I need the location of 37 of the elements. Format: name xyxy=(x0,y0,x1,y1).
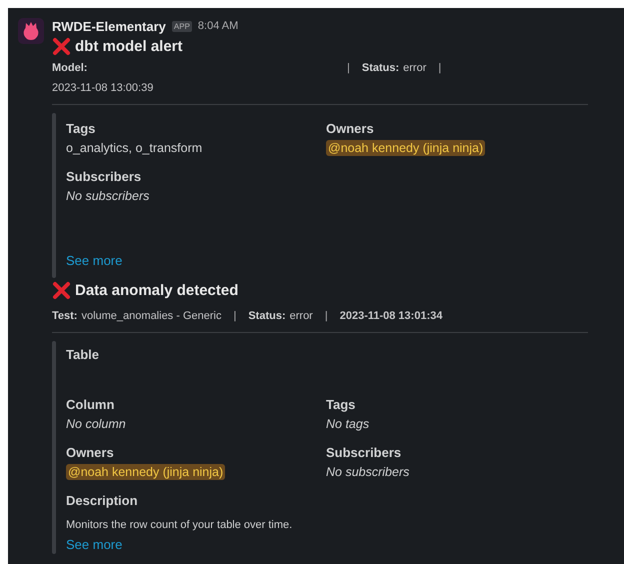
cross-mark-icon xyxy=(52,280,71,300)
alert-title: Data anomaly detected xyxy=(75,282,238,298)
field-label: Tags xyxy=(326,397,356,414)
field-value: No column xyxy=(66,417,127,431)
bot-avatar-icon[interactable] xyxy=(18,18,44,44)
field-label: Description xyxy=(66,493,139,510)
sender-name[interactable]: RWDE-Elementary xyxy=(52,18,166,34)
timestamp[interactable]: 8:04 AM xyxy=(198,20,238,32)
description-text: Monitors the row count of your table over time. xyxy=(66,519,294,531)
field-label: Column xyxy=(66,397,116,414)
separator: | xyxy=(324,310,328,322)
separator: | xyxy=(438,62,442,74)
field-label: Table xyxy=(66,347,100,364)
see-more-link[interactable]: See more xyxy=(66,253,122,268)
meta-timestamp: 2023-11-08 13:01:34 xyxy=(340,310,442,322)
see-more-link[interactable]: See more xyxy=(66,537,122,552)
field-label: Subscribers xyxy=(66,169,142,186)
app-badge: APP xyxy=(172,20,192,32)
meta-field: Test: volume_anomalies - Generic xyxy=(52,310,222,322)
field-label: Owners xyxy=(326,121,375,138)
field-value: No tags xyxy=(326,417,370,431)
meta-field: Status: error xyxy=(248,310,313,322)
field-value: o_analytics, o_transform xyxy=(66,141,204,155)
meta-timestamp: 2023-11-08 13:00:39 xyxy=(52,82,154,94)
field-label: Owners xyxy=(66,445,115,462)
meta-field: Model: xyxy=(52,62,335,74)
separator: | xyxy=(347,62,350,74)
meta-field: Status: error xyxy=(362,62,426,74)
user-mention[interactable]: @noah kennedy (jinja ninja) xyxy=(326,140,486,156)
field-value: No subscribers xyxy=(66,189,150,203)
separator: | xyxy=(233,310,236,322)
field-label: Tags xyxy=(66,121,96,138)
field-label: Subscribers xyxy=(326,445,402,462)
alert-title: dbt model alert xyxy=(75,38,183,54)
user-mention[interactable]: @noah kennedy (jinja ninja) xyxy=(66,464,226,480)
cross-mark-icon xyxy=(52,36,71,56)
field-value: No subscribers xyxy=(326,465,410,479)
